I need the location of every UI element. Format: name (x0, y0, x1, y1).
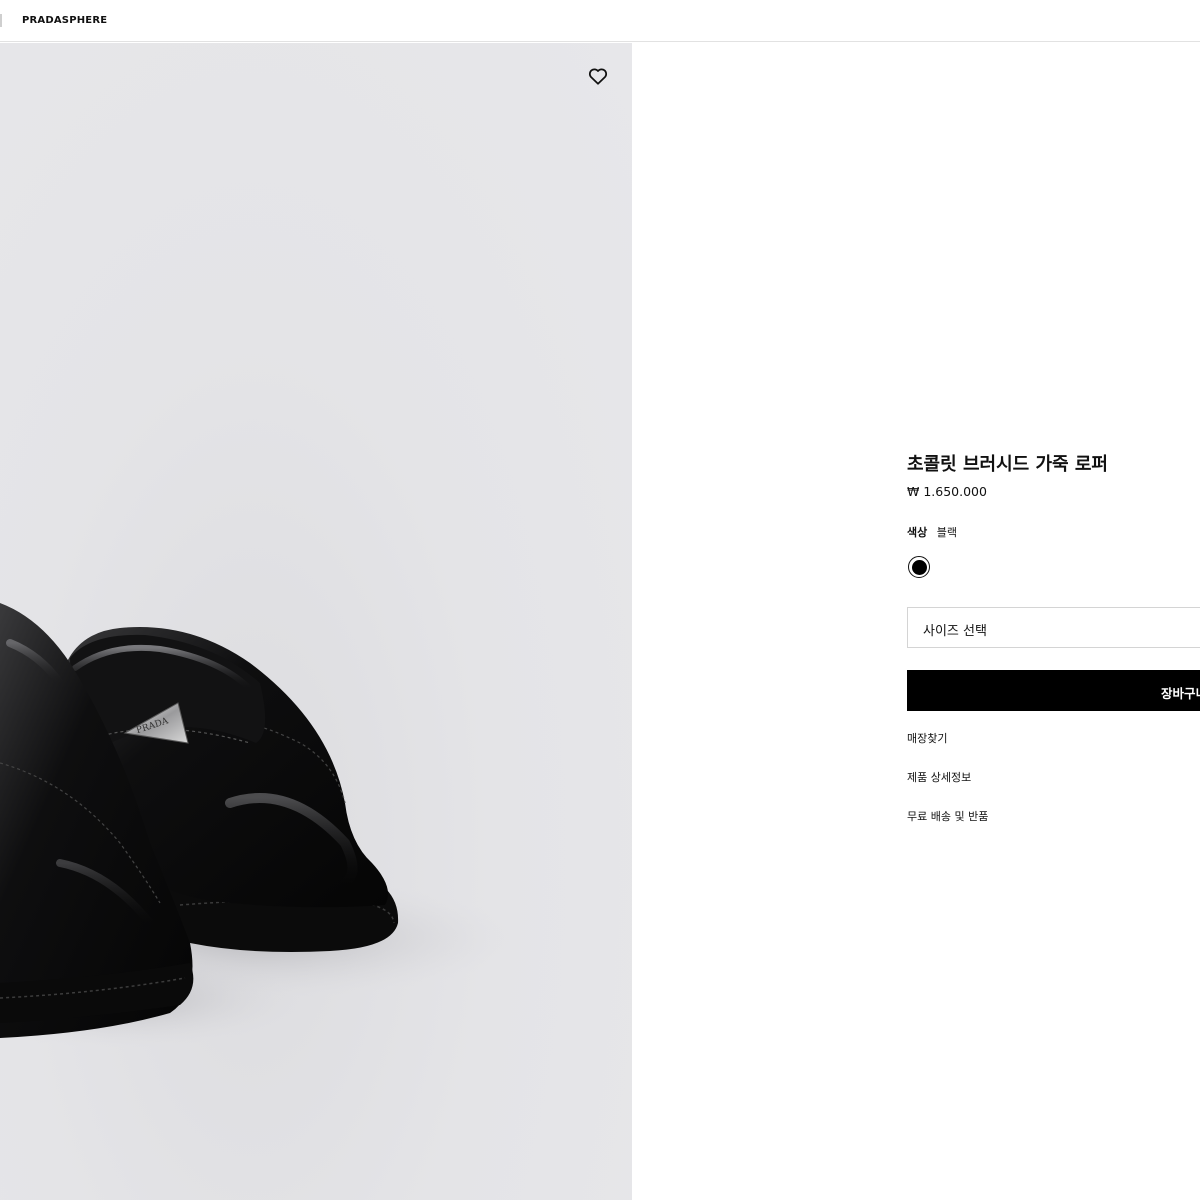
size-select-label: 사이즈 선택 (923, 624, 987, 639)
color-label: 색상 (907, 526, 928, 539)
product-details-link[interactable]: 제품 상세정보 (907, 769, 971, 785)
size-select-dropdown[interactable]: 사이즈 선택 (907, 607, 1200, 648)
color-swatch-dot (911, 559, 927, 575)
shipping-returns-link[interactable]: 무료 배송 및 반품 (907, 808, 988, 824)
menu-edge-indicator[interactable] (0, 14, 2, 27)
color-value: 블랙 (936, 526, 957, 539)
color-row: 색상 블랙 (907, 524, 957, 540)
product-image-gallery[interactable]: PRADA (0, 43, 632, 1200)
add-to-cart-button[interactable]: 장바구니에 담기 (907, 670, 1200, 711)
add-to-cart-label: 장바구니에 담기 (1161, 687, 1200, 701)
product-title: 초콜릿 브러시드 가죽 로퍼 (907, 454, 1108, 475)
product-price: ₩ 1.650.000 (907, 484, 987, 499)
color-swatch-black[interactable] (908, 556, 930, 578)
top-navigation-bar: PRADASPHERE (0, 0, 1200, 42)
wishlist-button[interactable] (587, 65, 609, 87)
find-store-link[interactable]: 매장찾기 (907, 730, 947, 746)
product-image: PRADA (0, 603, 520, 1048)
nav-link-pradasphere[interactable]: PRADASPHERE (22, 15, 107, 26)
heart-icon (588, 68, 608, 85)
